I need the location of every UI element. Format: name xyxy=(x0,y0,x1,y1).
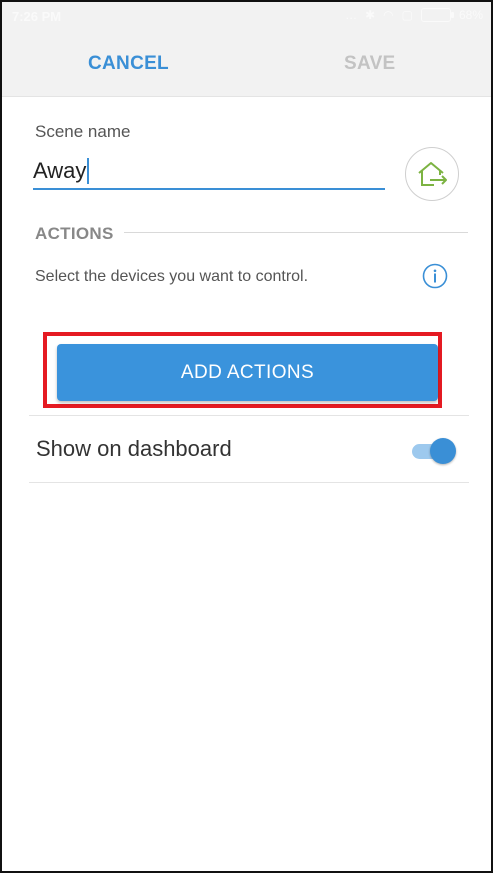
show-on-dashboard-toggle[interactable] xyxy=(412,438,456,464)
app-bar: CANCEL SAVE xyxy=(2,32,491,97)
show-on-dashboard-label: Show on dashboard xyxy=(36,436,232,461)
app-frame: 7:26 PM … ✱ ◠ ▢ 68% CANCEL SAVE Scene na… xyxy=(0,0,493,873)
scene-name-input[interactable]: Away xyxy=(33,154,385,190)
battery-icon xyxy=(420,8,454,22)
more-icon: … xyxy=(345,8,358,22)
divider xyxy=(29,415,469,416)
add-actions-button[interactable]: ADD ACTIONS xyxy=(57,344,438,401)
bluetooth-icon: ✱ xyxy=(365,8,376,22)
battery-percent: 68% xyxy=(458,8,483,22)
actions-heading: ACTIONS xyxy=(35,224,114,243)
save-button[interactable]: SAVE xyxy=(344,32,396,96)
wifi-icon: ◠ xyxy=(383,8,394,22)
text-cursor xyxy=(87,158,90,184)
info-icon[interactable] xyxy=(422,263,448,289)
cancel-button[interactable]: CANCEL xyxy=(88,32,169,96)
scene-icon-button[interactable] xyxy=(405,147,459,201)
toggle-knob xyxy=(430,438,456,464)
divider xyxy=(29,482,469,483)
scene-name-value: Away xyxy=(33,158,87,183)
status-icons: … ✱ ◠ ▢ 68% xyxy=(345,8,483,22)
status-time: 7:26 PM xyxy=(12,9,62,24)
status-bar: 7:26 PM … ✱ ◠ ▢ 68% xyxy=(2,2,491,32)
home-exit-icon xyxy=(418,162,447,186)
screen-icon: ▢ xyxy=(401,8,413,22)
actions-divider xyxy=(124,232,468,233)
scene-name-label: Scene name xyxy=(35,122,131,141)
actions-description: Select the devices you want to control. xyxy=(35,268,309,285)
